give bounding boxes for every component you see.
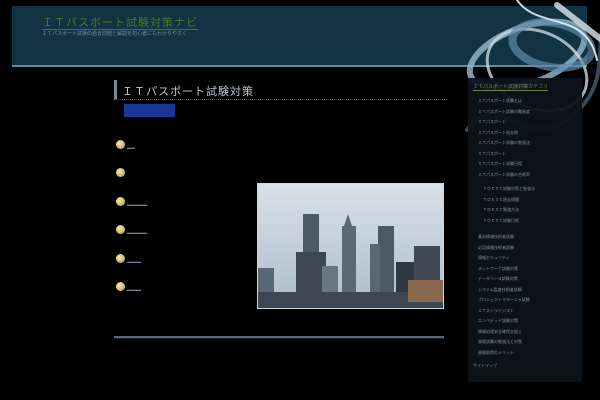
sidebar-link[interactable]: 応用情報技術者試験: [478, 245, 514, 250]
sidebar-link[interactable]: 資格取得のメリット: [478, 350, 514, 355]
site-tagline: ＩＴパスポート試験の過去問題と解説を初心者にもわかりやすく: [42, 31, 188, 37]
sidebar-link[interactable]: ＩＴパスポート試験の勉強法: [478, 140, 530, 145]
list-item-label[interactable]: __________: [127, 201, 147, 206]
sidebar-link[interactable]: ＩＴパスポート: [478, 151, 506, 156]
sidebar-link[interactable]: ＴＯＥＩＣ過去問題: [483, 197, 519, 202]
sidebar-title: ＩＴパスポート試験対策カテゴリ: [473, 84, 549, 91]
site-title-link[interactable]: ＩＴパスポート試験対策ナビ: [42, 17, 198, 30]
sidebar-link[interactable]: 情報セキュリティ: [478, 255, 510, 260]
sidebar-link[interactable]: ネットワーク試験対策: [478, 266, 518, 271]
sidebar-link[interactable]: ＴＯＥＩＣ試験対策と勉強法: [483, 186, 535, 191]
sidebar-link[interactable]: ＴＯＥＩＣ勉強方法: [483, 207, 519, 212]
sidebar: ＩＴパスポート試験対策カテゴリ ＩＴパスポート試験とは ＩＴパスポート試験の難易…: [468, 78, 582, 382]
content-divider: [114, 336, 444, 339]
sidebar-link[interactable]: ＩＴパスポート試験日程: [478, 161, 522, 166]
site-header: ＩＴパスポート試験対策ナビ ＩＴパスポート試験の過去問題と解説を初心者にもわかり…: [12, 0, 600, 132]
bullet-icon: [116, 254, 125, 263]
bullet-icon: [116, 197, 125, 206]
sidebar-link[interactable]: ＩＴストラテジスト: [478, 308, 514, 313]
skyline-photo: [257, 183, 444, 309]
list-item-label[interactable]: ____: [127, 144, 135, 149]
sidebar-link[interactable]: ＩＴパスポート試験の難易度: [478, 109, 530, 114]
list-item-label[interactable]: _______: [127, 258, 141, 263]
bullet-icon: [116, 168, 125, 177]
sidebar-link[interactable]: システム監査技術者試験: [478, 287, 522, 292]
list-item-label[interactable]: _______: [127, 286, 141, 291]
sidebar-link[interactable]: ＩＴパスポート: [478, 119, 506, 124]
sidebar-link[interactable]: 基本情報技術者試験: [478, 234, 514, 239]
sidebar-link[interactable]: データベース試験対策: [478, 276, 518, 281]
sidebar-link[interactable]: 資格試験の勉強法と対策: [478, 339, 522, 344]
sitemap-link[interactable]: サイトマップ: [473, 363, 497, 369]
sidebar-link[interactable]: エンベデッド試験対策: [478, 318, 518, 323]
sidebar-link[interactable]: ＩＴパスポート過去問: [478, 130, 518, 135]
page-heading-text: ＩＴパスポート試験対策: [122, 85, 254, 98]
page-heading: ＩＴパスポート試験対策: [114, 80, 447, 100]
list-item-label[interactable]: __________: [127, 229, 147, 234]
sidebar-link[interactable]: 情報処理安全確保支援士: [478, 329, 522, 334]
sidebar-link[interactable]: ＴＯＥＩＣ試験日程: [483, 218, 519, 223]
highlight-bar: [124, 104, 175, 117]
bullet-icon: [116, 140, 125, 149]
sidebar-link[interactable]: ＩＴパスポート試験の合格率: [478, 172, 530, 177]
sidebar-link[interactable]: プロジェクトマネージャ試験: [478, 297, 530, 302]
sidebar-link[interactable]: ＩＴパスポート試験とは: [478, 98, 522, 103]
bullet-icon: [116, 225, 125, 234]
bullet-icon: [116, 282, 125, 291]
